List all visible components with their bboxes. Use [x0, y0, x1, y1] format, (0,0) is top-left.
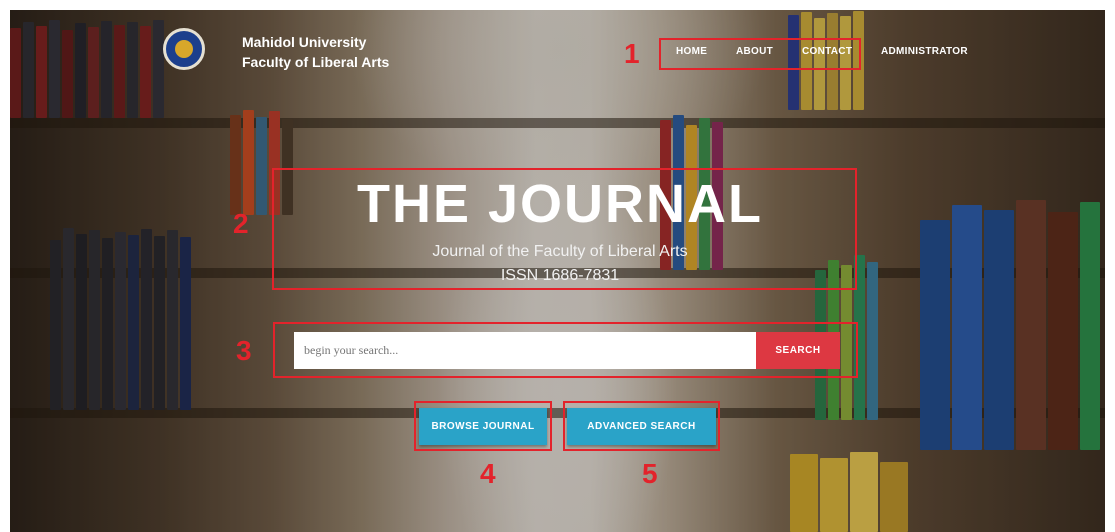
annotation-label-1: 1 [624, 38, 640, 69]
annotation-label-4: 4 [480, 458, 496, 489]
annotation-label-5: 5 [642, 458, 658, 489]
logo-emblem-icon [175, 40, 193, 58]
annotation-box-advanced [563, 401, 720, 451]
hero-background: Mahidol University Faculty of Liberal Ar… [10, 10, 1105, 532]
annotation-box-search [273, 322, 858, 378]
annotation-label-2: 2 [233, 208, 249, 239]
nav-administrator[interactable]: ADMINISTRATOR [881, 46, 968, 57]
annotation-box-browse [414, 401, 552, 451]
university-logo[interactable] [163, 28, 205, 70]
brand-line-faculty: Faculty of Liberal Arts [242, 54, 390, 70]
annotation-box-nav [659, 38, 861, 70]
site-brand[interactable]: Mahidol University Faculty of Liberal Ar… [242, 32, 389, 72]
annotation-box-title [272, 168, 857, 290]
annotation-label-3: 3 [236, 335, 252, 366]
brand-line-university: Mahidol University [242, 34, 367, 50]
